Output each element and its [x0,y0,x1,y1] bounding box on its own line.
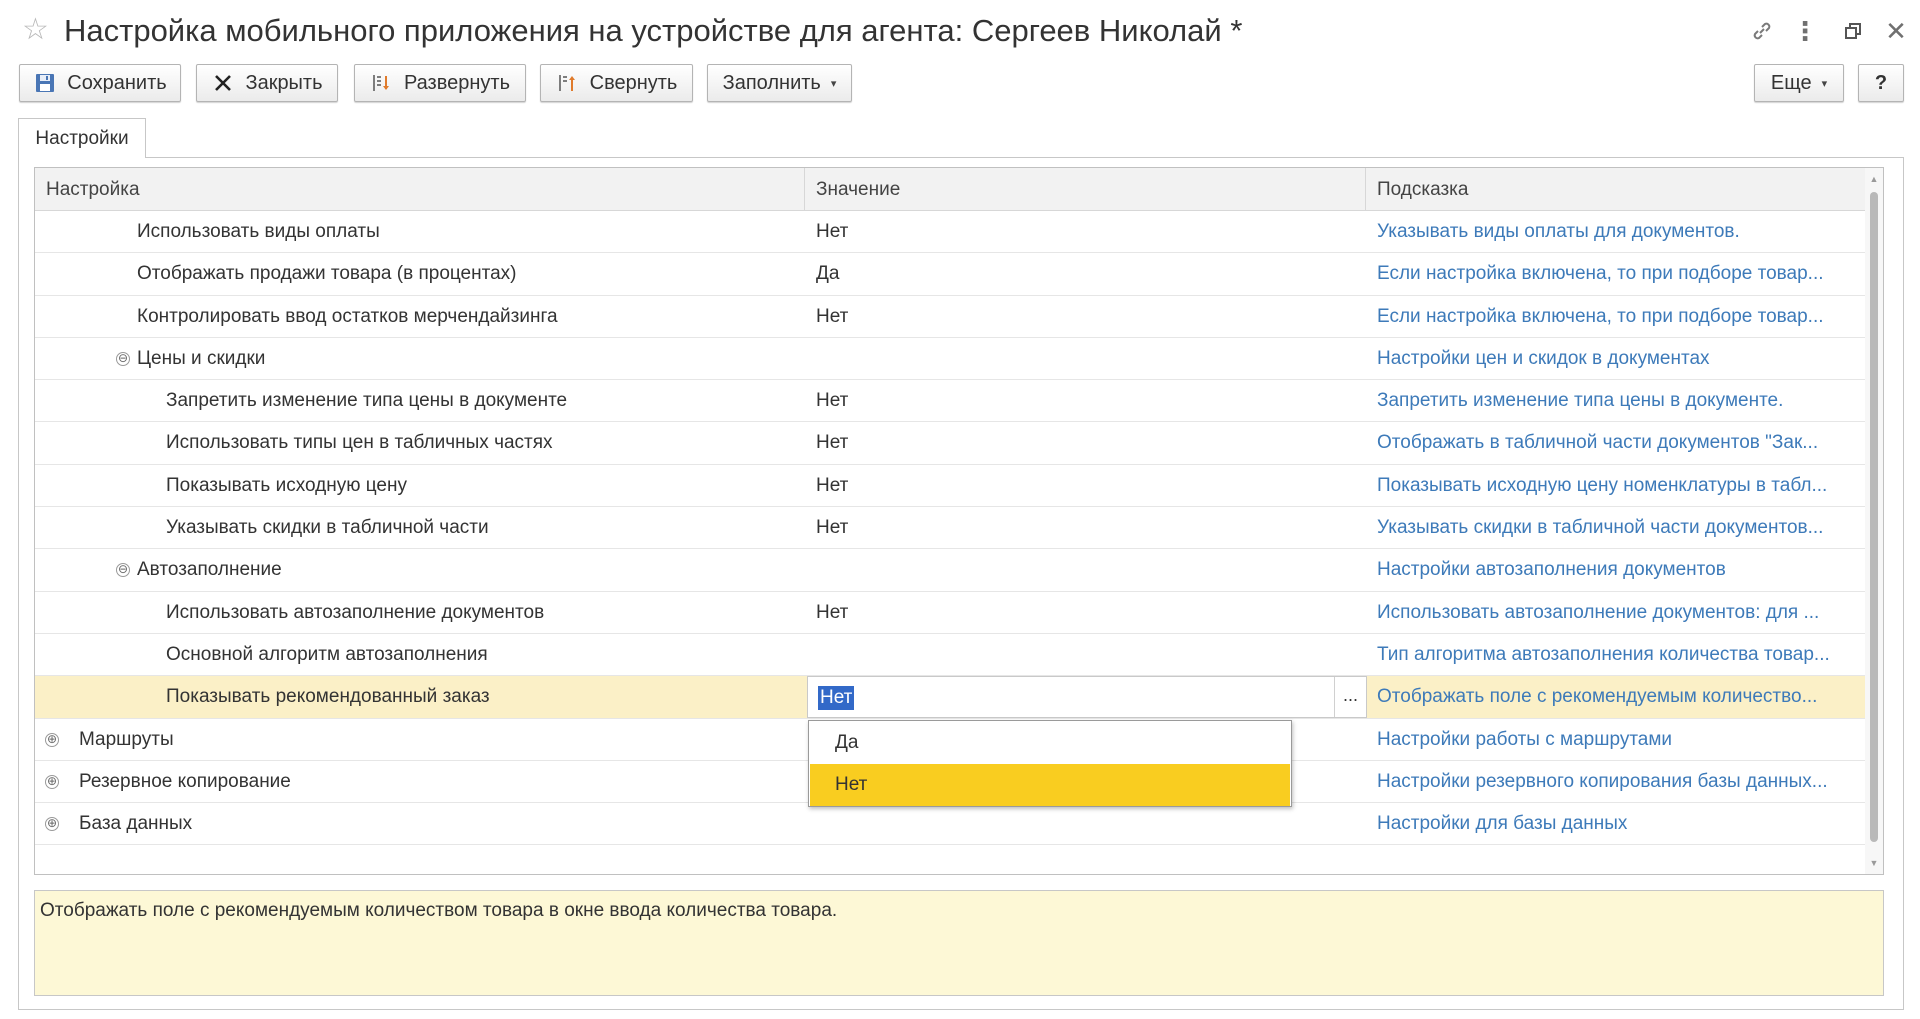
setting-name: Использовать автозаполнение документов [166,601,545,623]
setting-hint: Тип алгоритма автозаполнения количества … [1377,643,1830,665]
setting-hint: Указывать виды оплаты для документов. [1377,221,1740,242]
setting-hint: Настройки работы с маршрутами [1377,728,1673,750]
expand-icon [370,71,394,95]
setting-value[interactable]: Да [816,253,1356,295]
fill-button-label: Заполнить [722,71,821,94]
more-vert-icon[interactable]: ⋮ [1790,14,1820,48]
setting-value[interactable]: Нет [816,507,1356,549]
scroll-up-icon[interactable]: ▲ [1865,174,1883,184]
setting-name: Показывать рекомендованный заказ [166,686,490,708]
fill-button[interactable]: Заполнить ▾ [707,64,852,102]
value-editor-text[interactable]: Нет [818,686,855,711]
save-button-label: Сохранить [67,71,167,94]
column-header-hint[interactable]: Подсказка [1366,168,1865,211]
column-header-setting[interactable]: Настройка [35,168,805,211]
table-header: Настройка Значение Подсказка [35,168,1865,211]
setting-name: Использовать виды оплаты [137,221,380,242]
setting-value[interactable]: Нет [816,592,1356,634]
setting-hint: Настройки резервного копирования базы да… [1377,770,1828,792]
dropdown-option-yes[interactable]: Да [810,722,1290,764]
hint-panel: Отображать поле с рекомендуемым количест… [34,890,1884,996]
dropdown-option-no[interactable]: Нет [810,764,1290,806]
close-button[interactable]: Закрыть [196,64,338,102]
caret-down-icon: ▾ [830,77,837,90]
setting-hint: Настройки автозаполнения документов [1377,559,1726,581]
setting-group-name: Цены и скидки [137,347,266,369]
setting-name: Основной алгоритм автозаполнения [166,643,488,665]
setting-hint: Если настройка включена, то при подборе … [1377,263,1824,285]
title-bar: ☆ Настройка мобильного приложения на уст… [0,0,1920,62]
expand-button[interactable]: Развернуть [354,64,526,102]
setting-group-name: Маршруты [79,728,174,750]
column-header-value[interactable]: Значение [805,168,1366,211]
setting-hint: Использовать автозаполнение документов: … [1377,601,1820,623]
setting-hint: Настройки для базы данных [1377,813,1628,835]
close-x-icon [211,71,235,95]
table-row[interactable]: Контролировать ввод остатков мерчендайзи… [35,296,1865,338]
setting-hint: Отображать в табличной части документов … [1377,432,1819,454]
more-button[interactable]: Еще ▾ [1754,64,1844,102]
caret-down-icon: ▾ [1821,77,1828,90]
table-row-group[interactable]: ⊖ Автозаполнение Настройки автозаполнени… [35,549,1865,592]
setting-value[interactable]: Нет [816,422,1356,464]
setting-value [816,338,1356,380]
setting-group-name: Резервное копирование [79,770,291,792]
setting-value[interactable] [816,634,1356,676]
setting-hint: Отображать поле с рекомендуемым количест… [1377,686,1818,708]
table-row-group[interactable]: ⊖ Цены и скидки Настройки цен и скидок в… [35,338,1865,381]
window-title: Настройка мобильного приложения на устро… [64,13,1243,48]
setting-hint: Указывать скидки в табличной части докум… [1377,517,1824,539]
setting-value[interactable]: Нет [816,211,1356,253]
collapse-button-label: Свернуть [589,71,678,94]
setting-name: Использовать типы цен в табличных частях [166,432,553,454]
table-row[interactable]: Использовать типы цен в табличных частях… [35,422,1865,465]
more-button-label: Еще [1770,71,1812,94]
value-editor[interactable]: Нет ... [807,676,1367,719]
help-button[interactable]: ? [1858,64,1904,102]
setting-name: Указывать скидки в табличной части [166,517,489,539]
table-row[interactable]: Запретить изменение типа цены в документ… [35,380,1865,423]
setting-name: Отображать продажи товара (в процентах) [137,263,517,285]
table-row[interactable]: Указывать скидки в табличной части Нет У… [35,507,1865,550]
setting-hint: Показывать исходную цену номенклатуры в … [1377,474,1828,496]
tab-settings-label: Настройки [35,127,129,149]
setting-value [816,549,1356,591]
setting-group-name: Автозаполнение [137,559,282,581]
setting-name: Запретить изменение типа цены в документ… [166,390,568,412]
close-icon[interactable]: ✕ [1880,14,1912,48]
setting-hint: Настройки цен и скидок в документах [1377,347,1710,369]
expand-button-label: Развернуть [403,71,510,94]
save-button[interactable]: Сохранить [19,64,181,102]
table-row-group[interactable]: ⊕ База данных Настройки для базы данных [35,803,1865,846]
table-row[interactable]: Отображать продажи товара (в процентах) … [35,253,1865,296]
setting-hint: Запретить изменение типа цены в документ… [1377,390,1784,412]
collapse-icon [556,71,580,95]
close-button-label: Закрыть [245,71,323,94]
setting-value[interactable]: Нет [816,296,1356,338]
table-row[interactable]: Использовать виды оплаты Нет Указывать в… [35,211,1865,254]
table-row[interactable]: Основной алгоритм автозаполнения Тип алг… [35,634,1865,677]
scrollbar-thumb[interactable] [1870,192,1878,842]
collapse-button[interactable]: Свернуть [540,64,693,102]
vertical-scrollbar[interactable]: ▲ ▼ [1865,168,1883,874]
setting-value[interactable]: Нет [816,465,1356,507]
setting-hint: Если настройка включена, то при подборе … [1377,305,1824,327]
tab-settings[interactable]: Настройки [18,118,146,158]
value-dropdown: Да Нет [808,720,1292,807]
table-row[interactable]: Использовать автозаполнение документов Н… [35,592,1865,634]
table-row-selected[interactable]: Показывать рекомендованный заказ Нет ...… [35,676,1865,719]
setting-name: Контролировать ввод остатков мерчендайзи… [137,305,558,327]
scroll-down-icon[interactable]: ▼ [1865,858,1883,868]
setting-name: Показывать исходную цену [166,474,407,496]
floppy-disk-icon [33,71,57,95]
link-icon[interactable] [1744,14,1780,48]
hint-text: Отображать поле с рекомендуемым количест… [40,900,838,921]
table-row[interactable]: Показывать исходную цену Нет Показывать … [35,465,1865,508]
star-icon[interactable]: ☆ [22,12,49,48]
help-button-label: ? [1874,71,1888,94]
setting-group-name: База данных [79,813,193,835]
restore-icon[interactable] [1838,14,1868,48]
choice-button[interactable]: ... [1334,677,1366,718]
setting-value[interactable]: Нет [816,380,1356,422]
